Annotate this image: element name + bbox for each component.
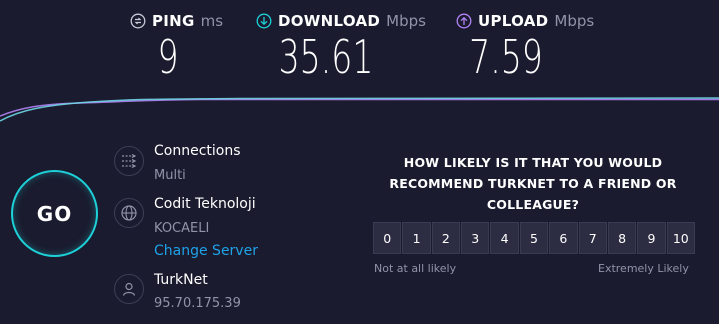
rating-option-10[interactable]: 10 <box>666 222 695 254</box>
ping-header: PING ms <box>130 12 223 30</box>
connections-title: Connections <box>154 143 241 159</box>
rating-option-4[interactable]: 4 <box>490 222 519 254</box>
upload-metric: UPLOAD Mbps 7.59 <box>456 12 594 80</box>
upload-graph-line <box>0 98 719 117</box>
change-server-link[interactable]: Change Server <box>154 243 258 259</box>
upload-label: UPLOAD <box>478 12 549 30</box>
ping-metric: PING ms 9 <box>130 12 223 80</box>
upload-unit: Mbps <box>554 12 595 30</box>
upload-value: 7.59 <box>469 30 543 84</box>
rating-option-6[interactable]: 6 <box>549 222 578 254</box>
download-value: 35.61 <box>278 30 374 84</box>
download-header: DOWNLOAD Mbps <box>256 12 426 30</box>
download-icon <box>256 13 272 29</box>
upload-header: UPLOAD Mbps <box>456 12 594 30</box>
scale-high-label: Extremely Likely <box>598 262 689 275</box>
upload-icon <box>456 13 472 29</box>
scale-low-label: Not at all likely <box>374 262 457 275</box>
server-name: Codit Teknoloji <box>154 196 256 212</box>
rating-option-8[interactable]: 8 <box>607 222 637 254</box>
server-location: KOCAELI <box>154 221 210 236</box>
rating-option-5[interactable]: 5 <box>519 222 549 254</box>
ping-icon <box>130 13 146 29</box>
ping-unit: ms <box>200 12 224 30</box>
rating-option-1[interactable]: 1 <box>402 222 431 254</box>
connections-icon <box>114 146 144 176</box>
ping-value: 9 <box>157 30 179 84</box>
user-icon <box>114 274 144 304</box>
connections-value: Multi <box>154 168 186 183</box>
download-graph-line <box>0 97 719 122</box>
download-unit: Mbps <box>386 12 426 30</box>
provider-ip: 95.70.175.39 <box>154 296 241 311</box>
download-metric: DOWNLOAD Mbps 35.61 <box>256 12 426 80</box>
survey-question: HOW LIKELY IS IT THAT YOU WOULD RECOMMEN… <box>389 155 677 212</box>
rating-option-0[interactable]: 0 <box>373 222 402 254</box>
globe-icon <box>114 198 144 228</box>
rating-scale: 0 1 2 3 4 5 6 7 8 9 10 <box>373 222 695 254</box>
ping-label: PING <box>152 12 195 30</box>
provider-name: TurkNet <box>154 272 208 288</box>
rating-option-7[interactable]: 7 <box>578 222 607 254</box>
rating-option-3[interactable]: 3 <box>461 222 490 254</box>
speed-graph <box>0 97 719 122</box>
rating-option-9[interactable]: 9 <box>637 222 666 254</box>
download-label: DOWNLOAD <box>278 12 381 30</box>
rating-option-2[interactable]: 2 <box>431 222 461 254</box>
go-button[interactable]: GO <box>11 170 98 257</box>
